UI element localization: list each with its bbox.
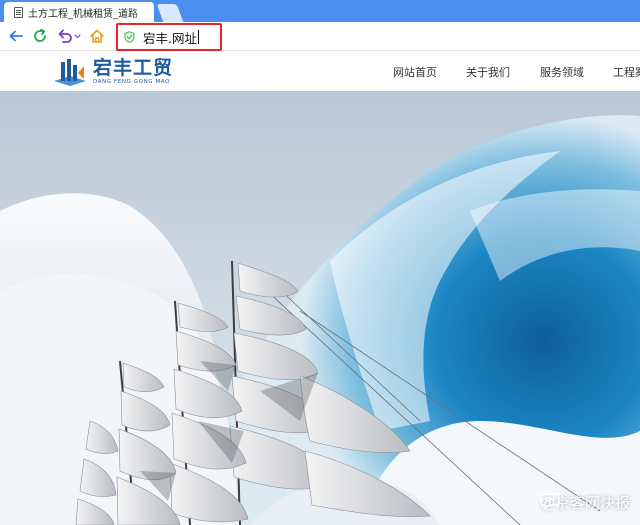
watermark: @京客网快报 (540, 492, 630, 513)
hero-banner: @京客网快报 (0, 91, 640, 525)
back-button[interactable] (6, 26, 26, 46)
tab-title: 土方工程_机械租赁_道路 (28, 8, 138, 20)
nav-item-projects[interactable]: 工程案 (613, 64, 640, 80)
new-tab-button[interactable] (156, 4, 184, 22)
undo-icon (58, 29, 81, 43)
browser-toolbar: 宕丰.网址 (0, 22, 640, 51)
address-bar[interactable]: 宕丰.网址 (116, 23, 222, 51)
home-button[interactable] (87, 26, 107, 46)
browser-tab-strip: 土方工程_机械租赁_道路 (0, 0, 640, 22)
arrow-left-icon (9, 30, 23, 42)
nav-item-about[interactable]: 关于我们 (466, 64, 510, 80)
site-header: 宕丰工贸 DANG FENG GONG MAO 网站首页 关于我们 服务领域 工… (0, 51, 640, 91)
text-caret (197, 30, 199, 44)
address-input[interactable]: 宕丰.网址 (143, 28, 197, 47)
nav-item-services[interactable]: 服务领域 (540, 64, 584, 80)
hero-image (0, 91, 640, 525)
undo-button[interactable] (56, 26, 82, 46)
nav-item-home[interactable]: 网站首页 (393, 64, 437, 80)
home-icon (90, 29, 104, 43)
browser-tab-active[interactable]: 土方工程_机械租赁_道路 (4, 2, 154, 22)
refresh-button[interactable] (30, 26, 50, 46)
document-icon (14, 6, 23, 18)
chat-bubble-icon (540, 493, 560, 510)
tab-fade (130, 2, 154, 22)
shield-check-icon (124, 31, 135, 43)
main-nav: 网站首页 关于我们 服务领域 工程案 (0, 51, 640, 91)
chevron-down-icon (74, 34, 81, 39)
refresh-icon (34, 28, 46, 42)
